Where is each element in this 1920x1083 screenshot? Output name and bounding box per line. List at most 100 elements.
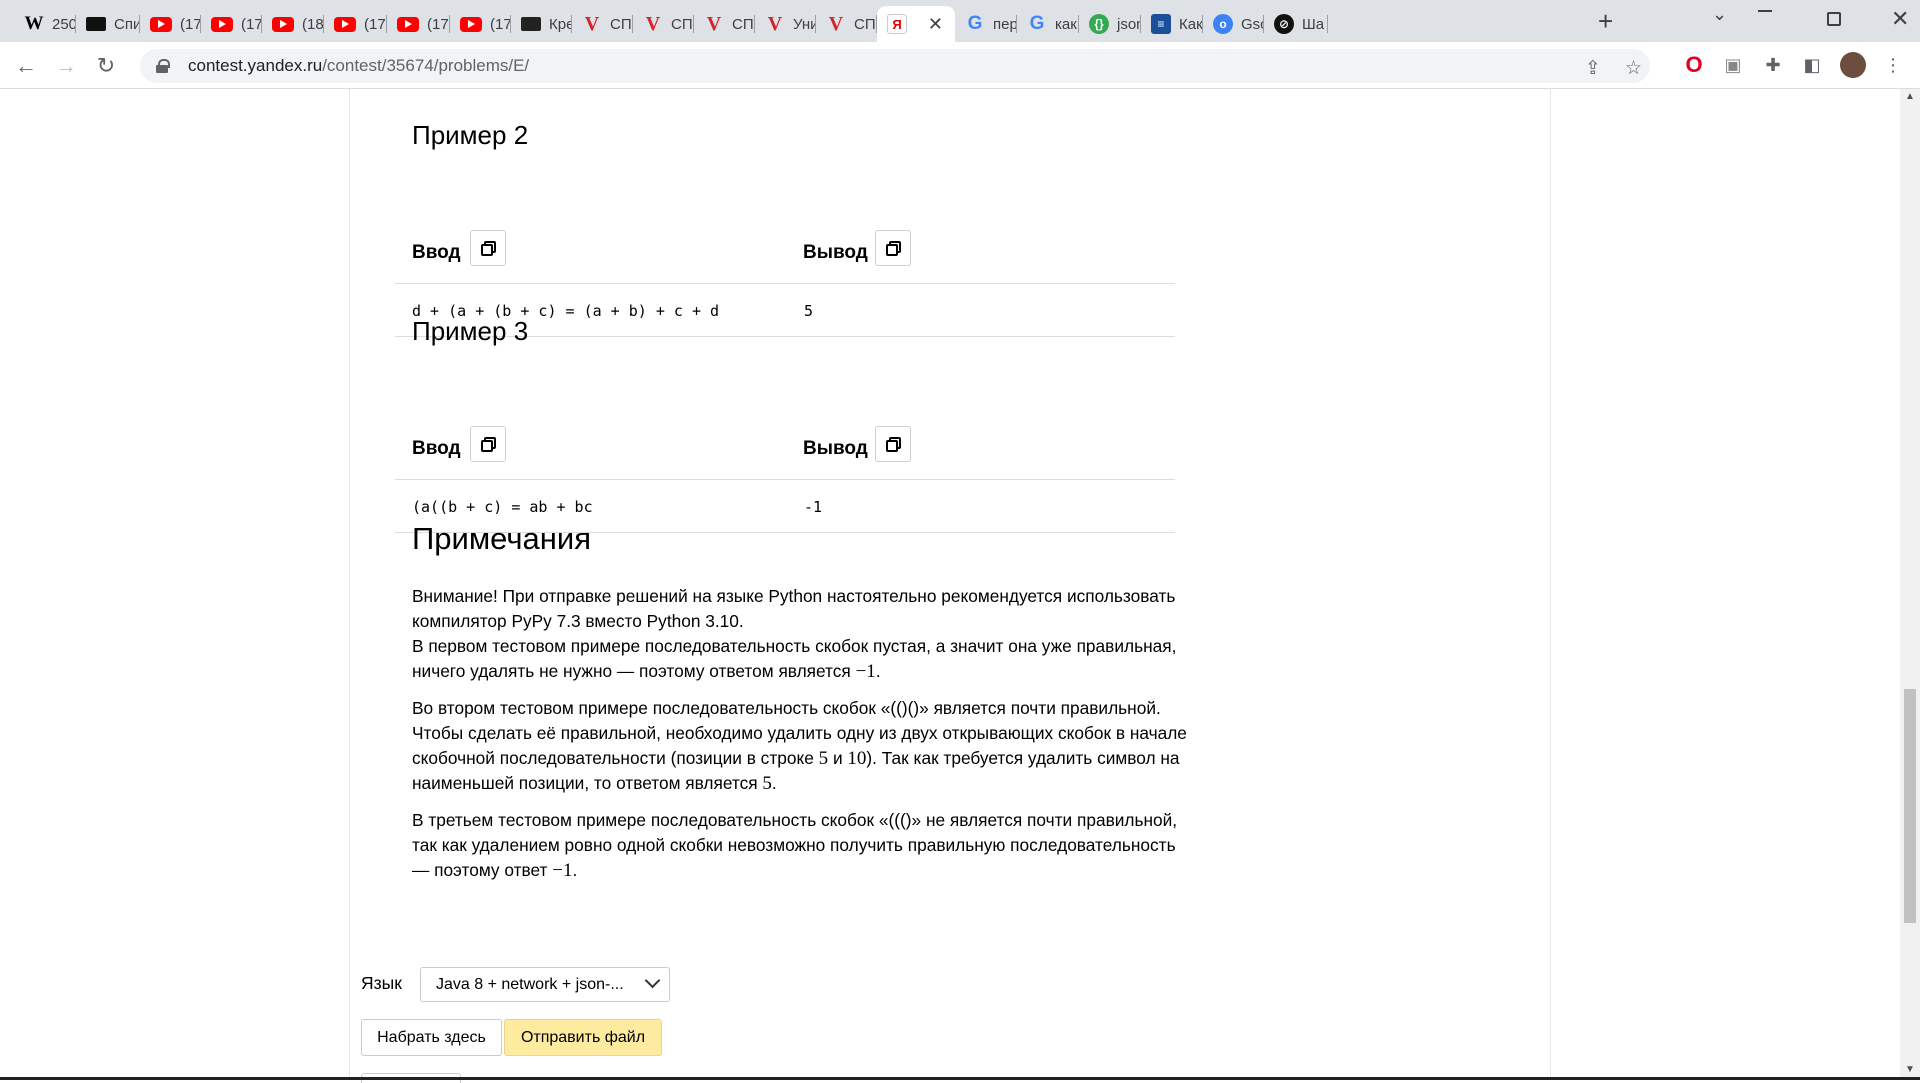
language-label: Язык: [361, 973, 402, 993]
tab-title: СПб: [671, 15, 694, 33]
browser-tab[interactable]: Gпер: [955, 6, 1017, 42]
page-content: Пример 2 Ввод Вывод d + (a + (b + c) = (…: [0, 89, 1920, 1083]
new-tab-button[interactable]: +: [1598, 6, 1613, 36]
tab-title: Кре: [549, 15, 572, 33]
example-2-header: Ввод Вывод: [395, 224, 1175, 284]
film-icon: [521, 17, 541, 31]
chevron-down-icon: [644, 972, 661, 989]
example-input-text: (a((b + c) = ab + bc: [412, 498, 593, 516]
browser-tab[interactable]: (18: [262, 6, 324, 42]
browser-tab[interactable]: V СПб: [816, 6, 877, 42]
tab-title: Как: [1179, 15, 1203, 33]
tab-search-icon[interactable]: ⌄: [1712, 4, 1727, 25]
scroll-down-arrow-icon[interactable]: ▼: [1905, 1064, 1915, 1075]
browser-tab[interactable]: ⊘ Ша: [1264, 6, 1328, 42]
scrollbar[interactable]: ▲ ▼: [1900, 89, 1920, 1080]
notes-paragraph-3: В третьем тестовом примере последователь…: [412, 810, 1178, 881]
tab-title: как: [1055, 15, 1077, 33]
opera-extension-icon[interactable]: O: [1683, 52, 1705, 77]
send-file-button[interactable]: Отправить файл: [504, 1019, 662, 1056]
v-icon: V: [584, 12, 600, 35]
close-window-icon[interactable]: ✕: [1891, 6, 1909, 32]
browser-tab[interactable]: V СПб: [572, 6, 633, 42]
notes-text: Внимание! При отправке решений на языке …: [412, 584, 1192, 895]
lock-icon[interactable]: [156, 59, 170, 73]
tab-title: (17: [364, 15, 386, 33]
yandex-icon: Я: [887, 14, 907, 34]
browser-tab[interactable]: ≡ Как: [1141, 6, 1203, 42]
browser-tab[interactable]: (17: [387, 6, 450, 42]
example-output-text: 5: [804, 302, 814, 320]
reload-icon[interactable]: ↻: [90, 50, 122, 82]
v-icon: V: [767, 12, 783, 35]
v-icon: V: [828, 12, 844, 35]
url-host: contest.yandex.ru: [188, 56, 323, 75]
google-icon: G: [1029, 13, 1045, 34]
language-selected-value: Java 8 + network + json-...: [436, 976, 624, 993]
notes-paragraph-1: Внимание! При отправке решений на языке …: [412, 586, 1177, 682]
bookmark-star-icon[interactable]: ☆: [1625, 57, 1642, 80]
youtube-icon: [334, 16, 356, 32]
copy-input-button[interactable]: [470, 426, 506, 462]
browser-tab[interactable]: V СПб: [633, 6, 694, 42]
example-output-text: -1: [804, 498, 823, 516]
browser-tab[interactable]: o Gsc: [1203, 6, 1264, 42]
output-label: Вывод: [803, 242, 868, 263]
stack-icon: ⊘: [1274, 14, 1294, 34]
example-3-title: Пример 3: [412, 316, 529, 346]
browser-toolbar: ← → ↻ contest.yandex.ru/contest/35674/pr…: [0, 42, 1920, 89]
tab-title: 250: [52, 15, 76, 33]
browser-tab[interactable]: (17: [324, 6, 387, 42]
side-panel-icon[interactable]: ◧: [1801, 54, 1823, 76]
back-icon[interactable]: ←: [10, 50, 42, 82]
tab-title: json: [1117, 15, 1141, 33]
youtube-icon: [397, 16, 419, 32]
puzzle-extensions-icon[interactable]: ✚: [1762, 54, 1784, 76]
browser-tab[interactable]: (17: [450, 6, 511, 42]
browser-tab[interactable]: Кре: [511, 6, 572, 42]
tab-title: Уни: [793, 15, 816, 33]
content-left-border: [349, 89, 350, 1080]
share-icon[interactable]: ⇪: [1585, 57, 1601, 80]
tab-strip: W 250 Спи (17 (17 (18 (17 (17 (17 Кре V СПб V СПб V СПб…: [0, 0, 1920, 42]
tab-title: СПб: [732, 15, 755, 33]
v-icon: V: [706, 12, 722, 35]
browser-tab[interactable]: Спи: [76, 6, 140, 42]
gsc-icon: o: [1213, 14, 1233, 34]
scroll-thumb[interactable]: [1904, 689, 1916, 923]
youtube-icon: [460, 16, 482, 32]
url-path: /contest/35674/problems/E/: [322, 56, 530, 75]
browser-tab[interactable]: W 250: [14, 6, 76, 42]
browser-tab[interactable]: V СПб: [694, 6, 755, 42]
profile-avatar[interactable]: [1840, 52, 1866, 78]
browser-tab[interactable]: Gкак: [1017, 6, 1079, 42]
browser-tab[interactable]: Я ✕: [877, 6, 955, 42]
copy-input-button[interactable]: [470, 230, 506, 266]
browser-tab[interactable]: {} json: [1079, 6, 1141, 42]
type-here-button[interactable]: Набрать здесь: [361, 1019, 502, 1056]
tab-title: (17: [427, 15, 449, 33]
minimize-icon[interactable]: [1758, 10, 1772, 12]
tab-title: СПб: [610, 15, 633, 33]
notes-paragraph-2: Во втором тестовом примере последователь…: [412, 698, 1187, 794]
address-bar[interactable]: contest.yandex.ru/contest/35674/problems…: [140, 49, 1650, 83]
extension-icon[interactable]: ▣: [1722, 54, 1744, 76]
close-tab-icon[interactable]: ✕: [928, 14, 943, 35]
tab-title: СПб: [854, 15, 877, 33]
browser-tab[interactable]: (17: [140, 6, 201, 42]
language-select[interactable]: Java 8 + network + json-...: [420, 967, 670, 1002]
copy-output-button[interactable]: [875, 230, 911, 266]
browser-tab[interactable]: V Уни: [755, 6, 816, 42]
content-right-border: [1550, 89, 1551, 1080]
copy-output-button[interactable]: [875, 426, 911, 462]
notes-title: Примечания: [412, 521, 591, 556]
forward-icon[interactable]: →: [50, 50, 82, 82]
restore-icon[interactable]: [1827, 12, 1841, 26]
scroll-up-arrow-icon[interactable]: ▲: [1905, 91, 1915, 102]
input-label: Ввод: [412, 242, 461, 263]
output-label: Вывод: [803, 438, 868, 459]
tab-title: (17: [180, 15, 201, 33]
menu-kebab-icon[interactable]: ⋮: [1882, 54, 1904, 76]
browser-tab[interactable]: (17: [201, 6, 262, 42]
tab-title: Спи: [114, 15, 140, 33]
